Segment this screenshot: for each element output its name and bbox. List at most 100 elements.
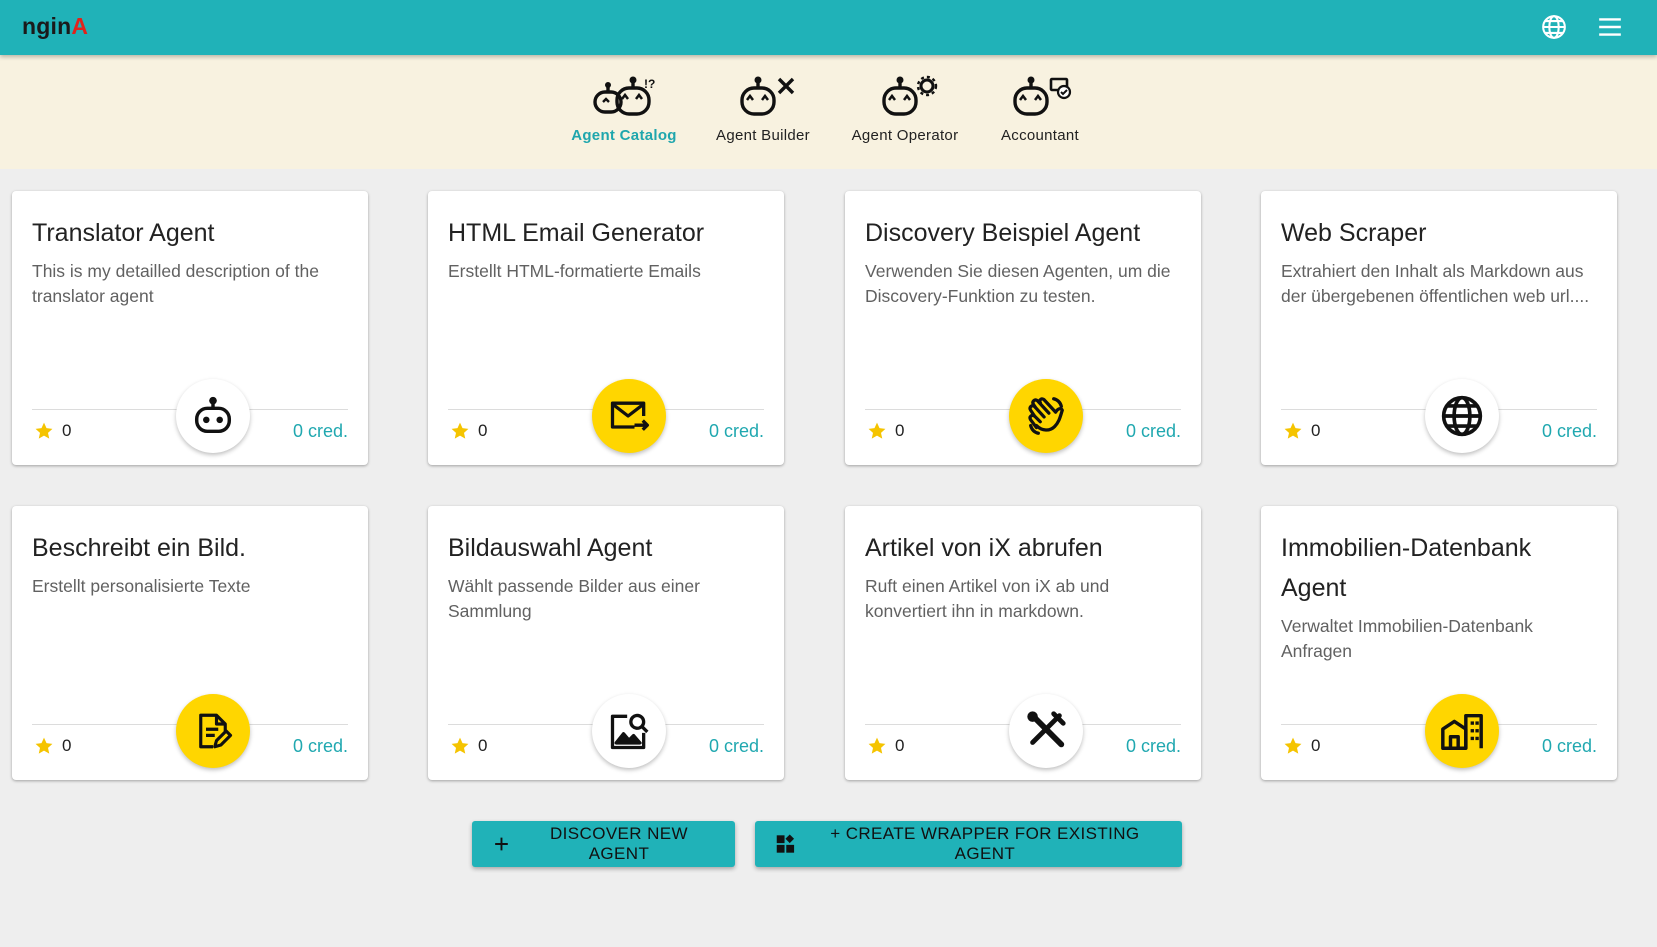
nav-agent-builder[interactable]: Agent Builder xyxy=(693,75,833,144)
card-title: Bildauswahl Agent xyxy=(448,534,653,562)
star-icon xyxy=(35,737,53,754)
agent-card[interactable]: HTML Email Generator Erstellt HTML-forma… xyxy=(428,191,784,465)
star-icon xyxy=(868,737,886,754)
rating-value: 0 xyxy=(478,736,488,755)
star-icon xyxy=(1284,737,1302,754)
card-rating: 0 xyxy=(34,736,71,756)
star-icon xyxy=(35,422,53,439)
agent-card[interactable]: Beschreibt ein Bild. Erstellt personalis… xyxy=(12,506,368,780)
card-title: Discovery Beispiel Agent xyxy=(865,219,1141,247)
star-icon xyxy=(451,737,469,754)
card-rating: 0 xyxy=(867,736,904,756)
card-icon-badge xyxy=(592,379,666,453)
discover-label: DISCOVER NEW AGENT xyxy=(549,824,688,863)
agent-nav: !? Agent Catalog Agent Builder Agent Ope… xyxy=(0,55,1657,169)
card-icon-badge xyxy=(1425,694,1499,768)
card-credits: 0 cred. xyxy=(1125,421,1181,441)
agent-card[interactable]: Artikel von iX abrufen Ruft einen Artike… xyxy=(845,506,1201,780)
nav-label: Accountant xyxy=(1000,127,1080,144)
logo-text: ngin xyxy=(22,13,72,39)
card-description: Verwaltet Immobilien-Datenbank Anfragen xyxy=(1281,616,1533,661)
card-description: Erstellt HTML-formatierte Emails xyxy=(448,261,701,281)
card-title: Translator Agent xyxy=(32,219,215,247)
card-title: Artikel von iX abrufen xyxy=(865,534,1103,562)
rating-value: 0 xyxy=(62,421,72,440)
wrapper-label: + CREATE WRAPPER FOR EXISTING AGENT xyxy=(830,824,1140,863)
card-icon-badge xyxy=(592,694,666,768)
card-description: Extrahiert den Inhalt als Markdown aus d… xyxy=(1281,261,1590,306)
agent-card[interactable]: Immobilien-Datenbank Agent Verwaltet Imm… xyxy=(1261,506,1617,780)
card-credits: 0 cred. xyxy=(1541,421,1597,441)
image-search-icon xyxy=(610,713,649,750)
card-rating: 0 xyxy=(1283,736,1320,756)
nav-label: Agent Builder xyxy=(716,127,810,144)
rating-value: 0 xyxy=(478,421,488,440)
nav-agent-operator[interactable]: Agent Operator xyxy=(835,75,975,144)
robot-builder-icon xyxy=(740,76,795,116)
rating-value: 0 xyxy=(895,736,905,755)
discover-new-agent-button[interactable]: DISCOVER NEW AGENT xyxy=(472,821,735,867)
language-button[interactable] xyxy=(1538,11,1570,43)
card-icon-badge xyxy=(1009,694,1083,768)
card-rating: 0 xyxy=(867,421,904,441)
menu-icon xyxy=(1599,18,1621,36)
card-title: Immobilien-Datenbank Agent xyxy=(1281,534,1532,602)
rating-value: 0 xyxy=(62,736,72,755)
app-header: nginA xyxy=(0,0,1657,55)
create-wrapper-button[interactable]: + CREATE WRAPPER FOR EXISTING AGENT xyxy=(755,821,1182,867)
svg-text:!?: !? xyxy=(644,77,655,91)
nav-label: Agent Catalog xyxy=(571,127,677,144)
card-credits: 0 cred. xyxy=(708,421,764,441)
agent-card[interactable]: Translator Agent This is my detailled de… xyxy=(12,191,368,465)
tools-icon xyxy=(1027,711,1066,748)
globe-icon xyxy=(1441,395,1483,437)
star-icon xyxy=(451,422,469,439)
card-description: Verwenden Sie diesen Agenten, um die Dis… xyxy=(865,261,1171,306)
agent-card[interactable]: Bildauswahl Agent Wählt passende Bilder … xyxy=(428,506,784,780)
robot-operator-icon xyxy=(882,75,938,116)
agent-card[interactable]: Web Scraper Extrahiert den Inhalt als Ma… xyxy=(1261,191,1617,465)
card-credits: 0 cred. xyxy=(1541,736,1597,756)
robot-catalog-icon: !? xyxy=(593,76,655,116)
card-rating: 0 xyxy=(450,736,487,756)
menu-button[interactable] xyxy=(1594,11,1626,43)
logo-accent: A xyxy=(71,13,89,39)
building-icon xyxy=(1441,713,1483,750)
robot-icon xyxy=(194,396,232,434)
card-rating: 0 xyxy=(34,421,71,441)
card-rating: 0 xyxy=(1283,421,1320,441)
rating-value: 0 xyxy=(895,421,905,440)
star-icon xyxy=(1284,422,1302,439)
card-credits: 0 cred. xyxy=(1125,736,1181,756)
card-icon-badge xyxy=(176,694,250,768)
card-icon-badge xyxy=(1425,379,1499,453)
rating-value: 0 xyxy=(1311,421,1321,440)
globe-icon xyxy=(1542,15,1566,39)
nav-accountant[interactable]: Accountant xyxy=(970,75,1110,144)
widgets-icon xyxy=(776,834,795,853)
robot-accountant-icon xyxy=(1013,76,1072,116)
waving-hand-icon xyxy=(1028,397,1064,435)
card-description: Ruft einen Artikel von iX ab und konvert… xyxy=(865,576,1110,621)
card-title: Web Scraper xyxy=(1281,219,1427,247)
card-title: HTML Email Generator xyxy=(448,219,705,247)
nav-agent-catalog[interactable]: !? Agent Catalog xyxy=(554,75,694,144)
card-icon-badge xyxy=(1009,379,1083,453)
card-title: Beschreibt ein Bild. xyxy=(32,534,247,562)
star-icon xyxy=(868,422,886,439)
card-rating: 0 xyxy=(450,421,487,441)
card-description: Erstellt personalisierte Texte xyxy=(32,576,251,596)
card-credits: 0 cred. xyxy=(292,736,348,756)
card-icon-badge xyxy=(176,379,250,453)
card-description: This is my detailled description of the … xyxy=(32,261,319,306)
rating-value: 0 xyxy=(1311,736,1321,755)
agent-card[interactable]: Discovery Beispiel Agent Verwenden Sie d… xyxy=(845,191,1201,465)
card-description: Wählt passende Bilder aus einer Sammlung xyxy=(448,576,700,621)
card-credits: 0 cred. xyxy=(292,421,348,441)
email-send-icon xyxy=(610,401,649,431)
card-credits: 0 cred. xyxy=(708,736,764,756)
edit-document-icon xyxy=(199,713,233,749)
app-logo[interactable]: nginA xyxy=(22,13,88,40)
nav-label: Agent Operator xyxy=(851,127,959,144)
plus-icon xyxy=(495,837,508,851)
